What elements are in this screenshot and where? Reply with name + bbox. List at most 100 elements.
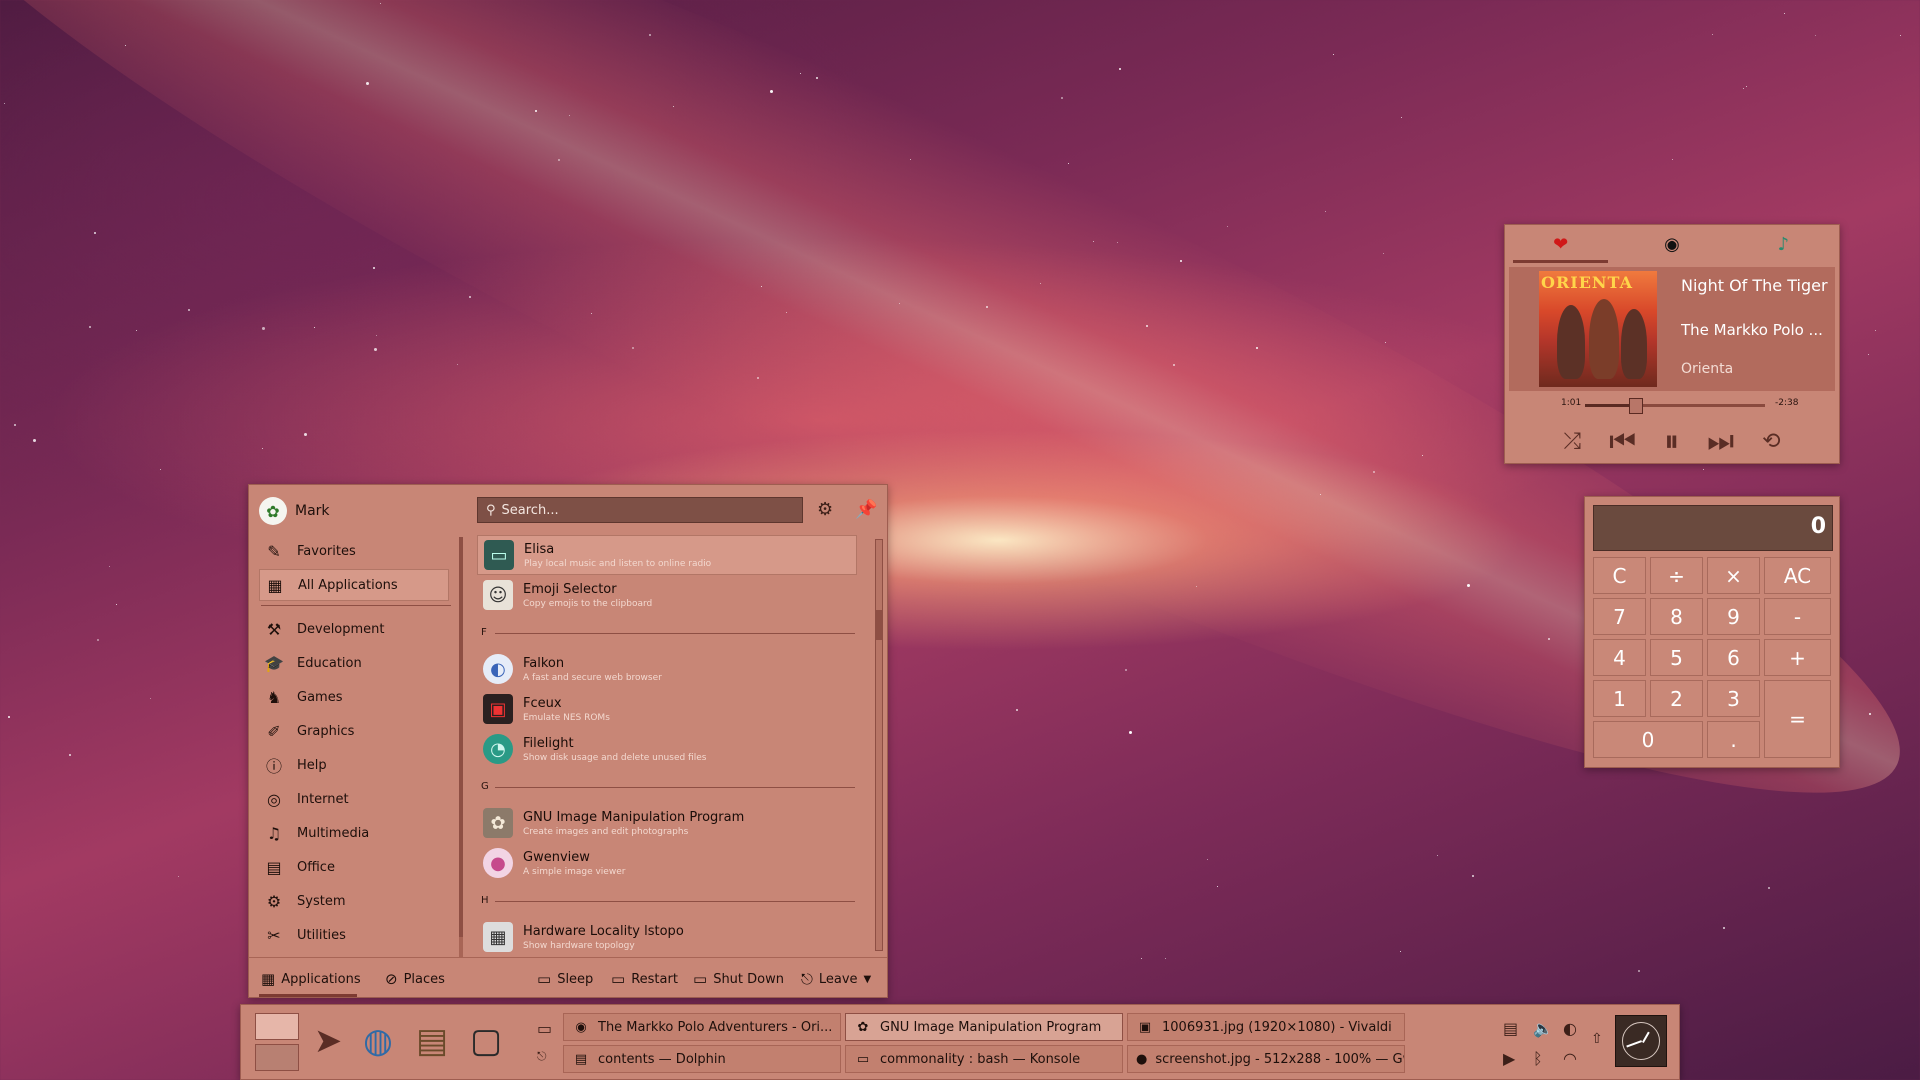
app-elisa[interactable]: ▭ Elisa Play local music and listen to on…	[477, 535, 857, 575]
gwenview-icon: ●	[483, 848, 513, 878]
app-filelight[interactable]: ◔ Filelight Show disk usage and delete un…	[477, 729, 857, 769]
next-track-icon[interactable]: ⏭	[1707, 424, 1734, 459]
application-launcher-icon[interactable]: ➤	[305, 1015, 351, 1067]
category-favorites[interactable]: ✎ Favorites	[259, 535, 449, 567]
star	[632, 347, 634, 349]
category-internet[interactable]: ◎ Internet	[259, 783, 449, 815]
bluetooth-icon[interactable]: ᛒ	[1533, 1049, 1543, 1068]
previous-track-icon[interactable]: ⏮	[1609, 424, 1636, 459]
app-emoji-selector[interactable]: ☺ Emoji Selector Copy emojis to the clipb…	[477, 575, 857, 615]
calculator-display: 0	[1593, 505, 1833, 551]
task-label: contents — Dolphin	[598, 1051, 726, 1067]
repeat-icon[interactable]: ⟲	[1762, 429, 1780, 454]
category-education[interactable]: 🎓 Education	[259, 647, 449, 679]
category-office[interactable]: ▤ Office	[259, 851, 449, 883]
category-graphics[interactable]: ✐ Graphics	[259, 715, 449, 747]
audacious-icon[interactable]: ◉	[1616, 225, 1727, 263]
media-play-icon[interactable]: ▶	[1503, 1049, 1515, 1068]
globe-computer-icon[interactable]: ◍	[355, 1015, 401, 1067]
pager-desktop-2[interactable]	[255, 1044, 299, 1071]
category-multimedia[interactable]: ♫ Multimedia	[259, 817, 449, 849]
wifi-icon[interactable]: ◠	[1563, 1049, 1577, 1068]
volume-icon[interactable]: 🔈	[1533, 1019, 1553, 1038]
restart-button[interactable]: ▭ Restart	[611, 970, 678, 988]
app-fceux[interactable]: ▣ Fceux Emulate NES ROMs	[477, 689, 857, 729]
calc-plus-button[interactable]: +	[1764, 639, 1831, 676]
star	[1638, 970, 1640, 972]
task-gimp[interactable]: ✿ GNU Image Manipulation Program	[845, 1013, 1123, 1041]
app-hardware-locality-lstopo[interactable]: ▦ Hardware Locality lstopo Show hardware …	[477, 917, 857, 955]
lstopo-icon: ▦	[483, 922, 513, 952]
section-divider	[495, 901, 855, 902]
seek-handle[interactable]	[1629, 398, 1644, 414]
music-app-icon[interactable]: ♪	[1728, 225, 1839, 263]
star	[1723, 927, 1725, 929]
calc-6-button[interactable]: 6	[1707, 639, 1760, 676]
task-vivaldi[interactable]: ▣ 1006931.jpg (1920×1080) - Vivaldi	[1127, 1013, 1405, 1041]
calc-5-button[interactable]: 5	[1650, 639, 1703, 676]
star	[1325, 211, 1326, 212]
calc-9-button[interactable]: 9	[1707, 598, 1760, 635]
show-desktop-icon[interactable]: ▭	[537, 1019, 552, 1038]
star	[1061, 97, 1063, 99]
task-audacious[interactable]: ◉ The Markko Polo Adventurers - Ori...	[563, 1013, 841, 1041]
updates-icon[interactable]: ⇧	[1591, 1031, 1603, 1047]
category-scrollbar[interactable]	[459, 537, 463, 957]
pager-desktop-1[interactable]	[255, 1013, 299, 1040]
calc-divide-button[interactable]: ÷	[1650, 557, 1703, 594]
category-utilities[interactable]: ✂ Utilities	[259, 919, 449, 951]
task-konsole[interactable]: ▭ commonality : bash — Konsole	[845, 1045, 1123, 1073]
seek-bar[interactable]	[1585, 398, 1765, 414]
search-input[interactable]: ⚲ Search...	[477, 497, 803, 523]
terminal-computer-icon[interactable]: ▢	[463, 1015, 509, 1067]
calc-4-button[interactable]: 4	[1593, 639, 1646, 676]
app-gwenview[interactable]: ● Gwenview A simple image viewer	[477, 843, 857, 883]
calc-7-button[interactable]: 7	[1593, 598, 1646, 635]
task-gwenview[interactable]: ● screenshot.jpg - 512x288 - 100% — Gw...	[1127, 1045, 1405, 1073]
calc-2-button[interactable]: 2	[1650, 680, 1703, 717]
calc-3-button[interactable]: 3	[1707, 680, 1760, 717]
clipboard-icon[interactable]: ▤	[1503, 1019, 1518, 1038]
exit-icon[interactable]: ⎋	[537, 1049, 547, 1064]
calc-decimal-button[interactable]: .	[1707, 721, 1760, 758]
task-dolphin[interactable]: ▤ contents — Dolphin	[563, 1045, 841, 1073]
calc-minus-button[interactable]: -	[1764, 598, 1831, 635]
application-scrollbar[interactable]	[875, 539, 883, 951]
calc-8-button[interactable]: 8	[1650, 598, 1703, 635]
shuffle-icon[interactable]: ⤮	[1563, 429, 1581, 454]
calc-equals-button[interactable]: =	[1764, 680, 1831, 758]
application-scrollbar-thumb[interactable]	[876, 610, 882, 640]
analog-clock[interactable]	[1615, 1015, 1667, 1067]
category-development[interactable]: ⚒ Development	[259, 613, 449, 645]
category-help[interactable]: ⓘ Help	[259, 749, 449, 781]
app-falkon[interactable]: ◐ Falkon A fast and secure web browser	[477, 649, 857, 689]
category-all-applications[interactable]: ▦ All Applications	[259, 569, 449, 601]
night-color-icon[interactable]: ◐	[1563, 1019, 1577, 1038]
tab-places[interactable]: ⊘ Places	[385, 970, 445, 988]
sleep-button[interactable]: ▭ Sleep	[537, 970, 593, 988]
category-system[interactable]: ⚙ System	[259, 885, 449, 917]
user-avatar[interactable]: ✿	[259, 497, 287, 525]
app-gimp[interactable]: ✿ GNU Image Manipulation Program Create i…	[477, 803, 857, 843]
calc-multiply-button[interactable]: ×	[1707, 557, 1760, 594]
pin-icon[interactable]: 📌	[855, 499, 877, 520]
calc-all-clear-button[interactable]: AC	[1764, 557, 1831, 594]
star	[304, 433, 307, 436]
calc-clear-button[interactable]: C	[1593, 557, 1646, 594]
app-name: Emoji Selector	[523, 581, 617, 597]
calc-1-button[interactable]: 1	[1593, 680, 1646, 717]
configure-icon[interactable]: ⚙	[817, 499, 833, 520]
file-cabinet-icon[interactable]: ▤	[409, 1015, 455, 1067]
heart-icon[interactable]: ❤	[1505, 225, 1616, 263]
pause-icon[interactable]: ⏸	[1664, 424, 1679, 459]
tab-applications[interactable]: ▦ Applications	[261, 970, 361, 988]
category-label: System	[297, 893, 346, 909]
category-scrollbar-thumb[interactable]	[459, 537, 463, 937]
star	[899, 303, 900, 304]
button-label: Sleep	[557, 971, 594, 987]
calc-0-button[interactable]: 0	[1593, 721, 1703, 758]
category-games[interactable]: ♞ Games	[259, 681, 449, 713]
star	[1437, 855, 1438, 856]
shut-down-button[interactable]: ▭ Shut Down	[693, 970, 784, 988]
leave-button[interactable]: ⎋ Leave ▼	[801, 970, 871, 988]
